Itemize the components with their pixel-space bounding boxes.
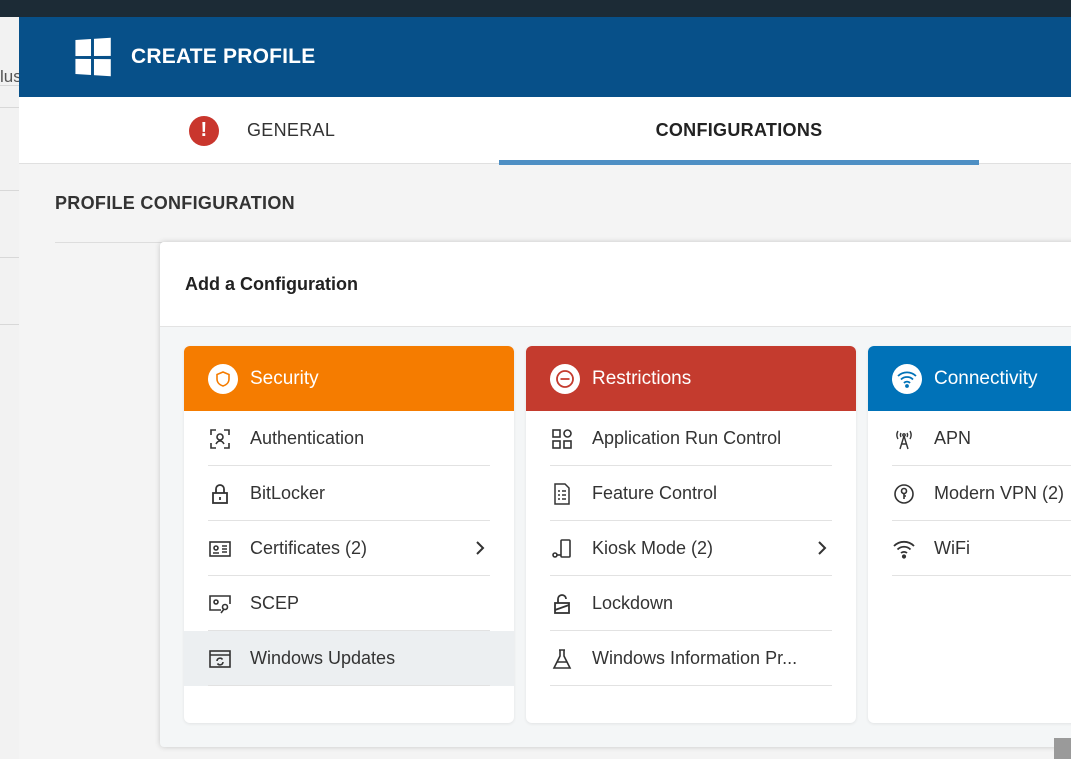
config-item-certificates[interactable]: Certificates (2) (184, 521, 514, 576)
item-label: Kiosk Mode (2) (592, 538, 714, 558)
error-icon: ! (189, 115, 219, 146)
tab-bar: ! GENERAL CONFIGURATIONS (19, 97, 1071, 165)
open-lock-icon (550, 592, 574, 616)
windows-logo-icon (75, 37, 111, 77)
kiosk-device-icon (550, 537, 574, 561)
panel-title: Add a Configuration (185, 273, 358, 294)
background-divider (0, 257, 19, 258)
item-label: Feature Control (592, 483, 718, 503)
item-label: Windows Information Pr... (592, 648, 798, 668)
config-item-windows-updates[interactable]: Windows Updates (184, 631, 514, 686)
chevron-right-icon (476, 541, 485, 555)
restrictions-card-title: Restrictions (592, 367, 692, 389)
tab-configurations[interactable]: CONFIGURATIONS (499, 97, 979, 165)
restrictions-card: Restrictions Application Run Control Fea… (526, 346, 856, 723)
background-divider (0, 85, 19, 86)
item-label: Application Run Control (592, 428, 782, 448)
window-refresh-icon (208, 647, 232, 671)
security-card-header: Security (184, 346, 514, 411)
security-card: Security Authentication BitLocker Certif… (184, 346, 514, 723)
background-divider (0, 107, 19, 108)
connectivity-card: Connectivity APN Modern VPN (2) WiFi (868, 346, 1071, 723)
no-entry-icon (550, 363, 580, 394)
item-label: WiFi (934, 538, 970, 558)
key-card-icon (208, 592, 232, 616)
checklist-icon (550, 482, 574, 506)
config-item-bitlocker[interactable]: BitLocker (184, 466, 514, 521)
config-item-apn[interactable]: APN (868, 411, 1071, 466)
restrictions-card-header: Restrictions (526, 346, 856, 411)
background-divider (0, 190, 19, 191)
vpn-key-icon (892, 482, 916, 506)
panel-header: Add a Configuration (160, 242, 1071, 327)
antenna-icon (892, 427, 916, 451)
config-item-wifi[interactable]: WiFi (868, 521, 1071, 576)
config-item-modern-vpn[interactable]: Modern VPN (2) (868, 466, 1071, 521)
section-divider (55, 242, 165, 243)
modal-header: CREATE PROFILE (19, 17, 1071, 97)
item-label: Certificates (2) (250, 538, 368, 558)
config-item-kiosk-mode[interactable]: Kiosk Mode (2) (526, 521, 856, 576)
item-label: Lockdown (592, 593, 674, 613)
background-divider (0, 324, 19, 325)
connectivity-card-header: Connectivity (868, 346, 1071, 411)
security-card-title: Security (250, 367, 319, 389)
tab-general[interactable]: ! GENERAL (189, 97, 335, 164)
item-label: BitLocker (250, 483, 326, 503)
certificate-icon (208, 537, 232, 561)
lock-icon (208, 482, 232, 506)
flask-icon (550, 647, 574, 671)
section-title: PROFILE CONFIGURATION (55, 193, 295, 213)
item-label: APN (934, 428, 972, 448)
modal-title: CREATE PROFILE (131, 45, 316, 68)
scrollbar-thumb[interactable] (1054, 738, 1071, 759)
config-item-authentication[interactable]: Authentication (184, 411, 514, 466)
add-configuration-panel: Add a Configuration Security Authenticat… (160, 242, 1071, 747)
config-item-windows-information-protection[interactable]: Windows Information Pr... (526, 631, 856, 686)
shield-icon (208, 363, 238, 394)
config-item-scep[interactable]: SCEP (184, 576, 514, 631)
face-scan-icon (208, 427, 232, 451)
config-item-lockdown[interactable]: Lockdown (526, 576, 856, 631)
chevron-right-icon (818, 541, 827, 555)
wifi-icon (892, 537, 916, 561)
config-item-feature-control[interactable]: Feature Control (526, 466, 856, 521)
item-label: Authentication (250, 428, 365, 448)
item-label: Windows Updates (250, 648, 396, 668)
create-profile-modal: CREATE PROFILE ! GENERAL CONFIGURATIONS … (19, 17, 1071, 759)
tab-general-label: GENERAL (247, 120, 336, 140)
item-label: Modern VPN (2) (934, 483, 1065, 503)
wifi-icon (892, 363, 922, 394)
item-label: SCEP (250, 593, 300, 613)
connectivity-card-title: Connectivity (934, 367, 1038, 389)
config-item-application-run-control[interactable]: Application Run Control (526, 411, 856, 466)
tab-configurations-label: CONFIGURATIONS (655, 120, 823, 140)
apps-grid-icon (550, 427, 574, 451)
